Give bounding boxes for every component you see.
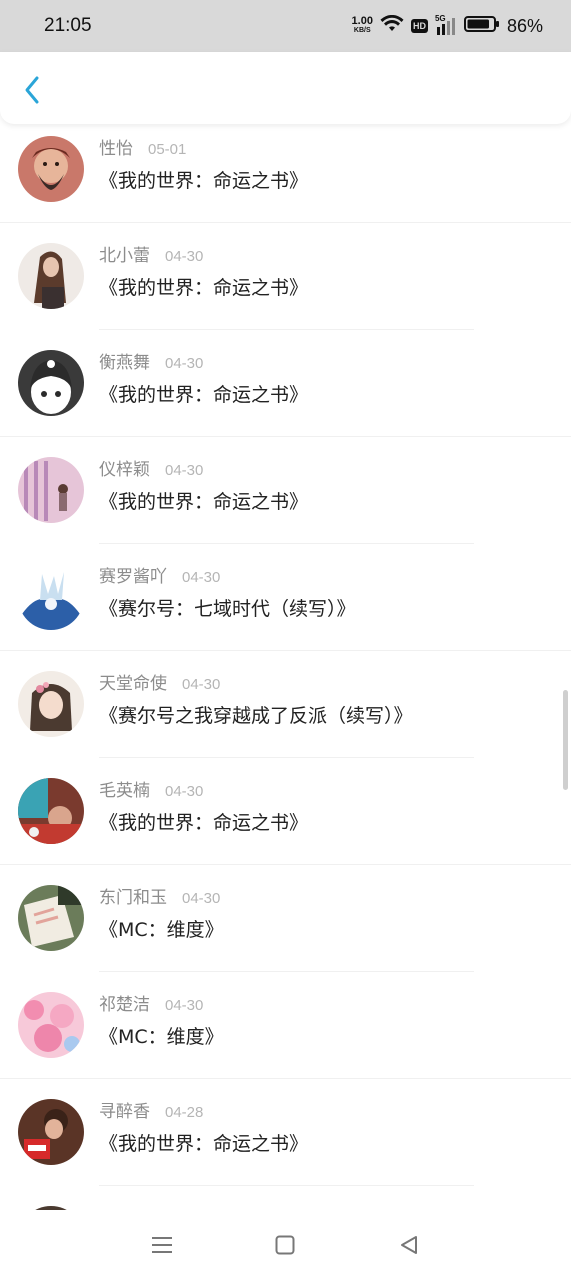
list-item[interactable]: 赛罗酱吖 04-30 《赛尔号：七域时代（续写）》 — [0, 544, 571, 651]
list-item[interactable]: 祁楚洁 04-30 《MC：维度》 — [0, 972, 571, 1079]
menu-icon — [151, 1237, 172, 1253]
book-title[interactable]: 《我的世界：命运之书》 — [99, 487, 308, 514]
list-item[interactable]: 天堂命使 04-30 《赛尔号之我穿越成了反派（续写）》 — [0, 651, 571, 758]
row-divider — [99, 1185, 474, 1186]
username[interactable]: 衡燕舞 — [99, 348, 150, 373]
username[interactable]: 天堂命使 — [99, 669, 167, 694]
item-meta: 仪梓颖 04-30 — [99, 455, 203, 480]
avatar[interactable] — [18, 457, 84, 523]
network-speed-value: 1.00 — [351, 15, 373, 27]
hd-badge: HD — [410, 19, 428, 33]
list-item[interactable]: 性怡 05-01 《我的世界：命运之书》 — [0, 124, 571, 223]
battery-icon — [463, 15, 500, 37]
status-time: 21:05 — [44, 15, 92, 36]
post-date: 04-30 — [165, 248, 204, 265]
username[interactable]: 寻醉香 — [99, 1097, 150, 1122]
avatar[interactable] — [18, 564, 84, 630]
post-date: 04-30 — [182, 676, 221, 693]
list-item[interactable]: 东门和玉 04-30 《MC：维度》 — [0, 865, 571, 972]
book-title[interactable]: 《我的世界：命运之书》 — [99, 166, 308, 193]
post-date: 04-30 — [165, 355, 204, 372]
avatar[interactable] — [18, 1099, 84, 1165]
post-date: 04-30 — [165, 783, 204, 800]
avatar[interactable] — [18, 778, 84, 844]
username[interactable]: 仪梓颖 — [99, 455, 150, 480]
username[interactable]: 祁楚洁 — [99, 990, 150, 1015]
scrollbar[interactable] — [563, 690, 568, 790]
triangle-back-icon — [401, 1236, 418, 1254]
username[interactable]: 赛罗酱吖 — [99, 562, 167, 587]
list-item[interactable]: 仪梓颖 04-30 《我的世界：命运之书》 — [0, 437, 571, 544]
post-date: 04-30 — [182, 890, 221, 907]
home-button[interactable] — [265, 1225, 305, 1265]
post-date: 04-30 — [182, 569, 221, 586]
back-button[interactable] — [18, 74, 46, 106]
book-title[interactable]: 《赛尔号：七域时代（续写）》 — [99, 594, 356, 621]
book-title[interactable]: 《我的世界：命运之书》 — [99, 380, 308, 407]
square-home-icon — [275, 1235, 295, 1255]
item-meta: 性怡 05-01 — [99, 134, 186, 159]
item-meta: 东门和玉 04-30 — [99, 883, 220, 908]
post-date: 04-30 — [165, 462, 204, 479]
avatar[interactable] — [18, 243, 84, 309]
username[interactable]: 毛英楠 — [99, 776, 150, 801]
book-title[interactable]: 《我的世界：命运之书》 — [99, 808, 308, 835]
status-bar: 21:05 1.00 KB/S HD 5G 86% — [0, 0, 571, 52]
book-title[interactable]: 《MC：维度》 — [99, 1022, 224, 1049]
book-title[interactable]: 《我的世界：命运之书》 — [99, 1129, 308, 1156]
item-meta: 天堂命使 04-30 — [99, 669, 220, 694]
wifi-icon — [380, 14, 404, 37]
post-date: 04-30 — [165, 997, 204, 1014]
list-item[interactable]: 毛英楠 04-30 《我的世界：命运之书》 — [0, 758, 571, 865]
list-item[interactable]: 寻醉香 04-28 《我的世界：命运之书》 — [0, 1079, 571, 1186]
status-icons: 1.00 KB/S HD 5G 86% — [351, 14, 543, 37]
item-meta: 祁楚洁 04-30 — [99, 990, 203, 1015]
book-title[interactable]: 《赛尔号之我穿越成了反派（续写）》 — [99, 701, 413, 728]
contribution-list: 性怡 05-01 《我的世界：命运之书》 北小蕾 04-30 《我的世界：命运之书》 衡燕舞… — [0, 124, 571, 1210]
username[interactable]: 性怡 — [99, 134, 133, 159]
menu-button[interactable] — [142, 1225, 182, 1265]
avatar[interactable] — [18, 885, 84, 951]
post-date: 05-01 — [148, 141, 187, 158]
signal-icon: 5G — [434, 14, 457, 35]
avatar[interactable] — [18, 136, 84, 202]
username[interactable]: 东门和玉 — [99, 883, 167, 908]
post-date: 04-28 — [165, 1104, 204, 1121]
item-meta: 寻醉香 04-28 — [99, 1097, 203, 1122]
item-meta: 北小蕾 04-30 — [99, 241, 203, 266]
network-speed-unit: KB/S — [353, 27, 371, 34]
system-back-button[interactable] — [389, 1225, 429, 1265]
signal-label: 5G — [434, 14, 446, 23]
battery-percent: 86% — [506, 15, 543, 36]
avatar[interactable] — [18, 671, 84, 737]
chevron-left-icon — [25, 76, 39, 104]
item-meta: 赛罗酱吖 04-30 — [99, 562, 220, 587]
list-item[interactable]: 北小蕾 04-30 《我的世界：命运之书》 — [0, 223, 571, 330]
top-app-bar — [0, 52, 571, 124]
book-title[interactable]: 《MC：维度》 — [99, 915, 224, 942]
system-nav-bar — [0, 1210, 571, 1280]
list-item[interactable]: 衡燕舞 04-30 《我的世界：命运之书》 — [0, 330, 571, 437]
book-title[interactable]: 《我的世界：命运之书》 — [99, 273, 308, 300]
item-meta: 毛英楠 04-30 — [99, 776, 203, 801]
avatar[interactable] — [18, 992, 84, 1058]
username[interactable]: 北小蕾 — [99, 241, 150, 266]
network-speed: 1.00 KB/S — [351, 15, 373, 35]
item-meta: 衡燕舞 04-30 — [99, 348, 203, 373]
avatar[interactable] — [18, 350, 84, 416]
